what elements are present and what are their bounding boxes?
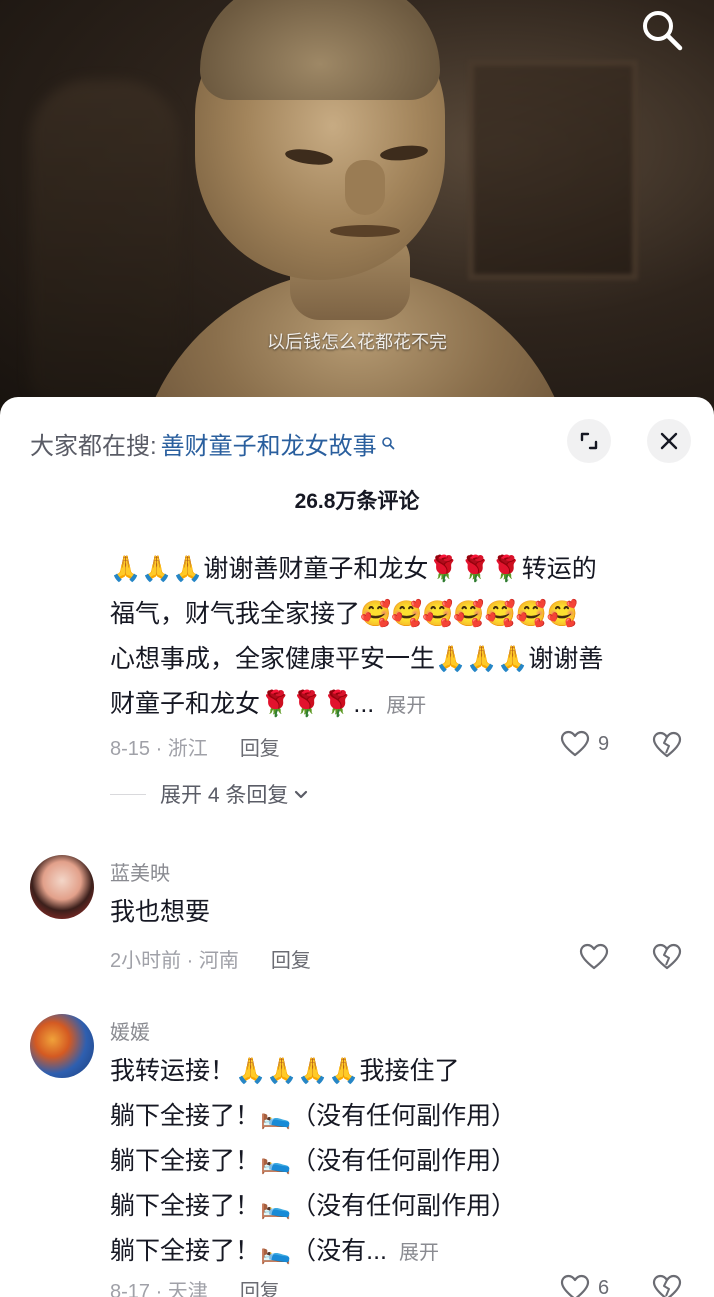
search-button[interactable]: [638, 6, 686, 54]
like-count: 6: [598, 1276, 610, 1297]
expand-replies-label: 展开 4 条回复: [160, 784, 289, 807]
divider-line: [110, 793, 146, 795]
comment-line: 心想事成，全家健康平安一生🙏🙏🙏谢谢善: [110, 645, 604, 673]
chevron-down-icon: [295, 790, 308, 799]
reply-button[interactable]: 回复: [240, 732, 280, 761]
comment-username[interactable]: 媛媛: [110, 1016, 150, 1045]
comment-line-text: 躺下全接了！🛌（没有...: [110, 1237, 387, 1265]
expand-button[interactable]: [567, 419, 611, 463]
reply-button[interactable]: 回复: [240, 1275, 280, 1297]
heart-icon: [560, 730, 590, 757]
expand-comment-link[interactable]: 展开: [399, 1242, 439, 1264]
trending-search-prefix: 大家都在搜:: [30, 432, 157, 460]
expand-replies-button[interactable]: 展开 4 条回复: [110, 779, 310, 809]
comment-body: 🙏🙏🙏谢谢善财童子和龙女🌹🌹🌹转运的 福气，财气我全家接了🥰🥰🥰🥰🥰🥰🥰 心想事…: [110, 547, 603, 729]
expand-comment-link[interactable]: 展开: [386, 695, 426, 717]
comment-meta: 8-17 · 天津 回复: [110, 1274, 280, 1297]
comment-line: 财童子和龙女🌹🌹🌹... 展开: [110, 682, 603, 729]
search-icon: [643, 11, 683, 51]
comment-line: 躺下全接了！🛌（没有任何副作用）: [110, 1147, 517, 1175]
background-painting: [468, 60, 638, 280]
video-player[interactable]: 以后钱怎么花都花不完: [0, 0, 714, 420]
comment-line: 福气，财气我全家接了🥰🥰🥰🥰🥰🥰🥰: [110, 600, 578, 628]
comment-line: 我转运接！🙏🙏🙏🙏我接住了: [110, 1057, 460, 1085]
trending-search-bar[interactable]: 大家都在搜: 善财童子和龙女故事: [30, 425, 395, 461]
broken-heart-icon: [652, 1274, 682, 1297]
expand-icon: [580, 432, 598, 450]
comment-meta: 2小时前 · 河南 回复: [110, 943, 311, 973]
reply-button[interactable]: 回复: [271, 944, 311, 973]
avatar[interactable]: [30, 1014, 94, 1078]
close-button[interactable]: [647, 419, 691, 463]
heart-icon: [560, 1274, 590, 1297]
broken-heart-icon: [652, 943, 682, 970]
comment-date-location: 2小时前 · 河南: [110, 949, 239, 972]
dislike-button[interactable]: [652, 731, 682, 764]
trending-search-link[interactable]: 善财童子和龙女故事: [161, 426, 377, 461]
dislike-button[interactable]: [652, 943, 682, 976]
heart-icon: [579, 943, 609, 970]
statue-nose: [345, 160, 385, 215]
statue-hair: [200, 0, 440, 100]
comment-body: 我也想要: [110, 898, 211, 926]
comment-date-location: 8-17 · 天津: [110, 1280, 208, 1297]
comment-sheet: 大家都在搜: 善财童子和龙女故事 26.8万条评论 🙏🙏🙏谢谢善财童子和龙女🌹🌹…: [0, 397, 714, 1297]
avatar[interactable]: [30, 855, 94, 919]
statue-mouth: [330, 225, 400, 237]
comment-line: 躺下全接了！🛌（没有... 展开: [110, 1229, 516, 1276]
like-button[interactable]: 6: [560, 1274, 609, 1297]
comment-line-text: 财童子和龙女🌹🌹🌹...: [110, 690, 375, 718]
comment-count: 26.8万条评论: [294, 490, 420, 513]
small-search-icon: [381, 436, 395, 450]
comment-meta: 8-15 · 浙江 回复: [110, 731, 280, 761]
close-icon: [660, 432, 678, 450]
comment-line: 🙏🙏🙏谢谢善财童子和龙女🌹🌹🌹转运的: [110, 555, 597, 583]
comment-line: 躺下全接了！🛌（没有任何副作用）: [110, 1102, 517, 1130]
comment-line: 躺下全接了！🛌（没有任何副作用）: [110, 1192, 517, 1220]
like-button[interactable]: 9: [560, 730, 609, 758]
like-count: 9: [598, 732, 610, 755]
dislike-button[interactable]: [652, 1274, 682, 1297]
like-button[interactable]: [579, 943, 609, 971]
comment-body: 我转运接！🙏🙏🙏🙏我接住了 躺下全接了！🛌（没有任何副作用） 躺下全接了！🛌（没…: [110, 1049, 516, 1276]
broken-heart-icon: [652, 731, 682, 758]
comment-date-location: 8-15 · 浙江: [110, 737, 208, 760]
video-subtitle: 以后钱怎么花都花不完: [267, 332, 447, 352]
comment-username[interactable]: 蓝美映: [110, 857, 170, 886]
